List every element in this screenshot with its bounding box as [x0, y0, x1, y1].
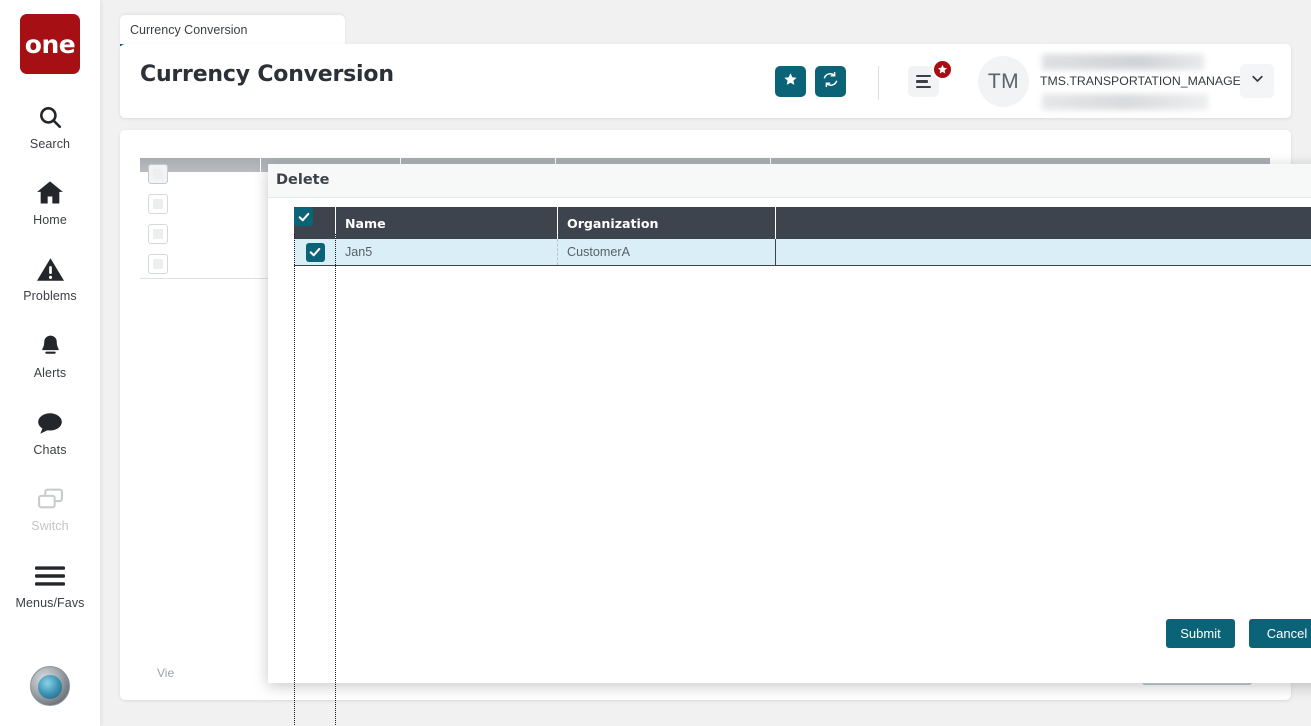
column-header-organization[interactable]: Organization	[558, 207, 776, 239]
sidebar-item-alerts[interactable]: Alerts	[0, 329, 100, 380]
column-header-name[interactable]: Name	[336, 207, 558, 239]
user-info-block: TMS.TRANSPORTATION_MANAGER	[1040, 54, 1250, 110]
header-divider	[878, 66, 879, 100]
sidebar-label-problems: Problems	[23, 289, 77, 303]
sidebar-label-chats: Chats	[33, 443, 67, 457]
avatar[interactable]	[30, 666, 70, 706]
column-separator[interactable]	[260, 158, 261, 172]
sidebar-item-menus-favs[interactable]: Menus/Favs	[0, 559, 100, 610]
grid-row-divider	[140, 278, 270, 279]
left-navigation-rail: one Search Home Problems Alerts Chats Sw…	[0, 0, 100, 726]
cell-name: Jan5	[336, 239, 558, 265]
tab-currency-conversion[interactable]: Currency Conversion	[120, 15, 345, 46]
sidebar-item-home[interactable]: Home	[0, 176, 100, 227]
main-region: Currency Conversion Currency Conversion	[100, 0, 1311, 726]
application-window: one Search Home Problems Alerts Chats Sw…	[0, 0, 1311, 726]
user-avatar[interactable]: TM	[978, 56, 1029, 107]
select-all-checkbox[interactable]	[294, 207, 313, 226]
sidebar-item-problems[interactable]: Problems	[0, 252, 100, 303]
star-icon	[783, 72, 798, 92]
sidebar-label-search: Search	[29, 137, 71, 151]
sidebar-item-chats[interactable]: Chats	[0, 406, 100, 457]
sidebar-label-alerts: Alerts	[33, 366, 67, 380]
select-all-checkbox[interactable]	[148, 164, 168, 184]
user-info-redacted-top	[1042, 54, 1204, 70]
sidebar-label-home: Home	[33, 213, 67, 227]
sidebar-item-switch[interactable]: Switch	[0, 482, 100, 533]
cell-organization: CustomerA	[558, 239, 776, 265]
sidebar-label-switch: Switch	[31, 519, 69, 533]
tab-bar: Currency Conversion	[100, 0, 1311, 46]
table-row[interactable]: Jan5 CustomerA	[294, 239, 1311, 266]
cancel-button[interactable]: Cancel	[1249, 619, 1311, 648]
row-checkbox[interactable]	[148, 254, 168, 274]
user-avatar-initials: TM	[987, 69, 1020, 93]
user-info-redacted-bottom	[1042, 94, 1208, 110]
hamburger-icon	[35, 559, 65, 593]
one-logo-text: one	[24, 29, 76, 59]
star-badge-icon	[932, 59, 953, 80]
refresh-icon	[822, 71, 839, 93]
hamburger-icon	[916, 72, 931, 92]
switch-icon	[37, 482, 64, 516]
row-checkbox[interactable]	[305, 242, 325, 262]
header-select-all-cell[interactable]	[294, 207, 336, 239]
sidebar-item-search[interactable]: Search	[0, 100, 100, 151]
delete-items-table: Name Organization Jan5 CustomerA	[294, 207, 1311, 266]
one-logo[interactable]: one	[20, 14, 80, 74]
view-selector-label[interactable]: Vie	[157, 666, 174, 680]
column-header-spacer	[776, 207, 1311, 239]
refresh-button[interactable]	[815, 66, 846, 97]
user-name: TMS.TRANSPORTATION_MANAGER	[1040, 74, 1250, 88]
row-checkbox[interactable]	[148, 194, 168, 214]
page-title: Currency Conversion	[140, 62, 394, 87]
chevron-down-icon	[1250, 71, 1265, 91]
modal-footer: Submit Cancel	[268, 605, 1311, 683]
home-icon	[36, 176, 64, 210]
favorite-button[interactable]	[775, 66, 806, 97]
sidebar-label-menus-favs: Menus/Favs	[15, 596, 85, 610]
user-menu-button[interactable]	[1240, 64, 1274, 98]
warning-icon	[36, 252, 64, 286]
page-header-card: Currency Conversion TM TMS.TRANSPORTATIO…	[120, 44, 1291, 118]
tab-label: Currency Conversion	[130, 22, 248, 37]
submit-button[interactable]: Submit	[1166, 619, 1235, 648]
row-checkbox[interactable]	[148, 224, 168, 244]
bell-icon	[38, 329, 63, 363]
search-icon	[37, 100, 63, 134]
modal-title: Delete	[276, 172, 330, 188]
table-header-row: Name Organization	[294, 207, 1311, 239]
chat-icon	[36, 406, 64, 440]
modal-header: Delete	[268, 164, 1311, 198]
delete-modal: Delete Name Organization Jan5 CustomerA …	[268, 164, 1311, 726]
row-select-cell[interactable]	[294, 239, 336, 265]
